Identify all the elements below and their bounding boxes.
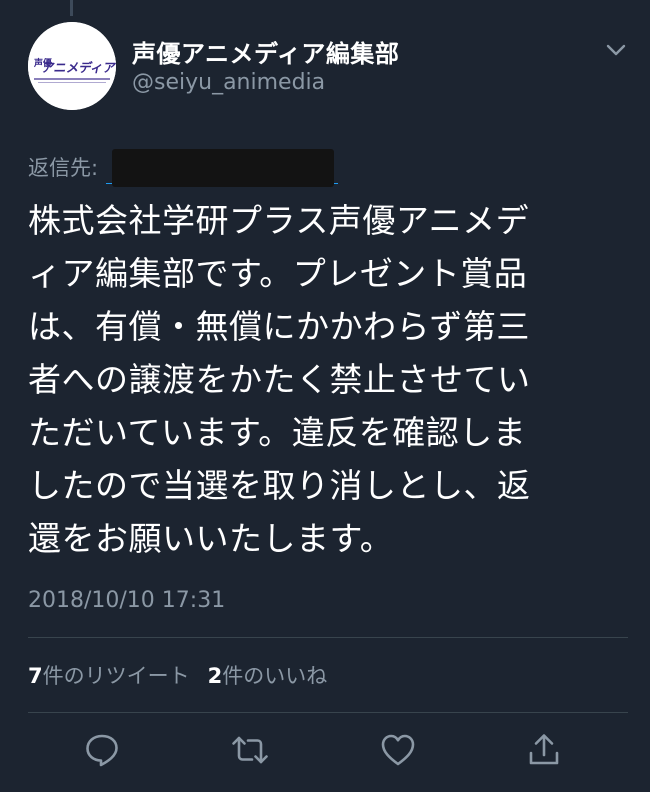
tweet-text-line: ィア編集部です。プレゼント賞品 bbox=[28, 254, 528, 293]
seiyu-animedia-logo: 声優 アニメディア bbox=[28, 22, 116, 110]
engagement-stats: 7件のリツイート 2件のいいね bbox=[28, 660, 327, 690]
tweet-text-line: 還をお願いいたします。 bbox=[28, 519, 394, 558]
tweet-text-line: 者への譲渡をかたく禁止させてい bbox=[28, 360, 531, 399]
user-handle[interactable]: @seiyu_animedia bbox=[132, 70, 325, 95]
like-label: 件のいいね bbox=[222, 664, 328, 688]
thread-connector-line bbox=[70, 0, 73, 16]
tweet-timestamp[interactable]: 2018/10/10 17:31 bbox=[28, 588, 225, 613]
retweet-stat[interactable]: 7件のリツイート bbox=[28, 664, 190, 688]
retweet-label: 件のリツイート bbox=[42, 664, 190, 688]
action-bar bbox=[0, 730, 650, 774]
reply-icon[interactable] bbox=[82, 730, 122, 770]
reply-to-mention-link[interactable] bbox=[106, 148, 339, 187]
like-stat[interactable]: 2件のいいね bbox=[208, 664, 328, 688]
logo-text-main: アニメディア bbox=[40, 60, 116, 75]
tweet-text-line: 株式会社学研プラス声優アニメデ bbox=[28, 201, 530, 240]
tweet-body: 株式会社学研プラス声優アニメデ ィア編集部です。プレゼント賞品 は、有償・無償に… bbox=[28, 194, 620, 565]
tweet-text-line: したので当選を取り消しとし、返 bbox=[28, 466, 531, 505]
reply-to-line: 返信先: bbox=[28, 148, 339, 187]
redaction-box bbox=[112, 148, 335, 187]
retweet-icon[interactable] bbox=[230, 730, 270, 770]
reply-to-label: 返信先: bbox=[28, 156, 99, 180]
tweet-text-line: は、有償・無償にかかわらず第三 bbox=[28, 307, 530, 346]
display-name[interactable]: 声優アニメディア編集部 bbox=[132, 34, 399, 69]
like-count: 2 bbox=[207, 664, 223, 688]
tweet-text-line: ただいています。違反を確認しま bbox=[28, 413, 527, 452]
avatar[interactable]: 声優 アニメディア bbox=[28, 22, 116, 110]
heart-icon[interactable] bbox=[378, 730, 418, 770]
divider bbox=[28, 637, 628, 638]
chevron-down-icon[interactable] bbox=[604, 38, 628, 62]
retweet-count: 7 bbox=[28, 664, 43, 688]
tweet-header: 声優 アニメディア 声優アニメディア編集部 @seiyu_animedia bbox=[28, 22, 628, 110]
divider bbox=[28, 712, 628, 713]
share-icon[interactable] bbox=[524, 730, 564, 770]
